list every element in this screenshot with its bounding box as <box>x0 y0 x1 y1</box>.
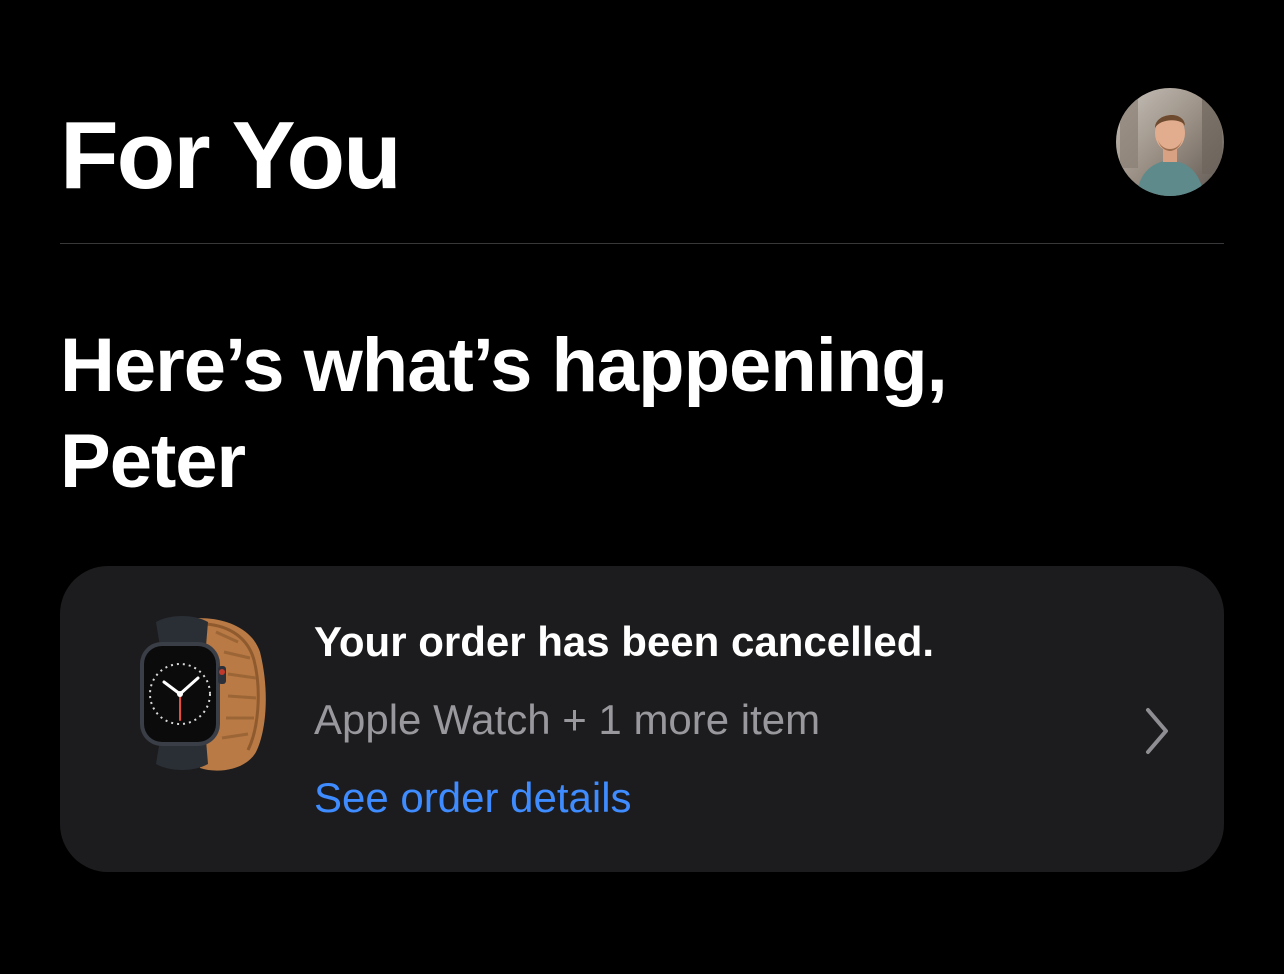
order-card[interactable]: Your order has been cancelled. Apple Wat… <box>60 566 1224 872</box>
order-status-text: Your order has been cancelled. <box>314 618 935 665</box>
see-order-details-link[interactable]: See order details <box>314 774 632 822</box>
order-items-text: Apple Watch + 1 more item <box>314 696 821 743</box>
page-title: For You <box>60 102 402 209</box>
chevron-right-icon[interactable] <box>1142 706 1172 756</box>
greeting-heading: Here’s what’s happening, Peter <box>60 323 948 504</box>
header-divider <box>60 243 1224 244</box>
apple-watch-icon <box>120 612 270 776</box>
user-avatar-icon[interactable] <box>1116 88 1224 196</box>
